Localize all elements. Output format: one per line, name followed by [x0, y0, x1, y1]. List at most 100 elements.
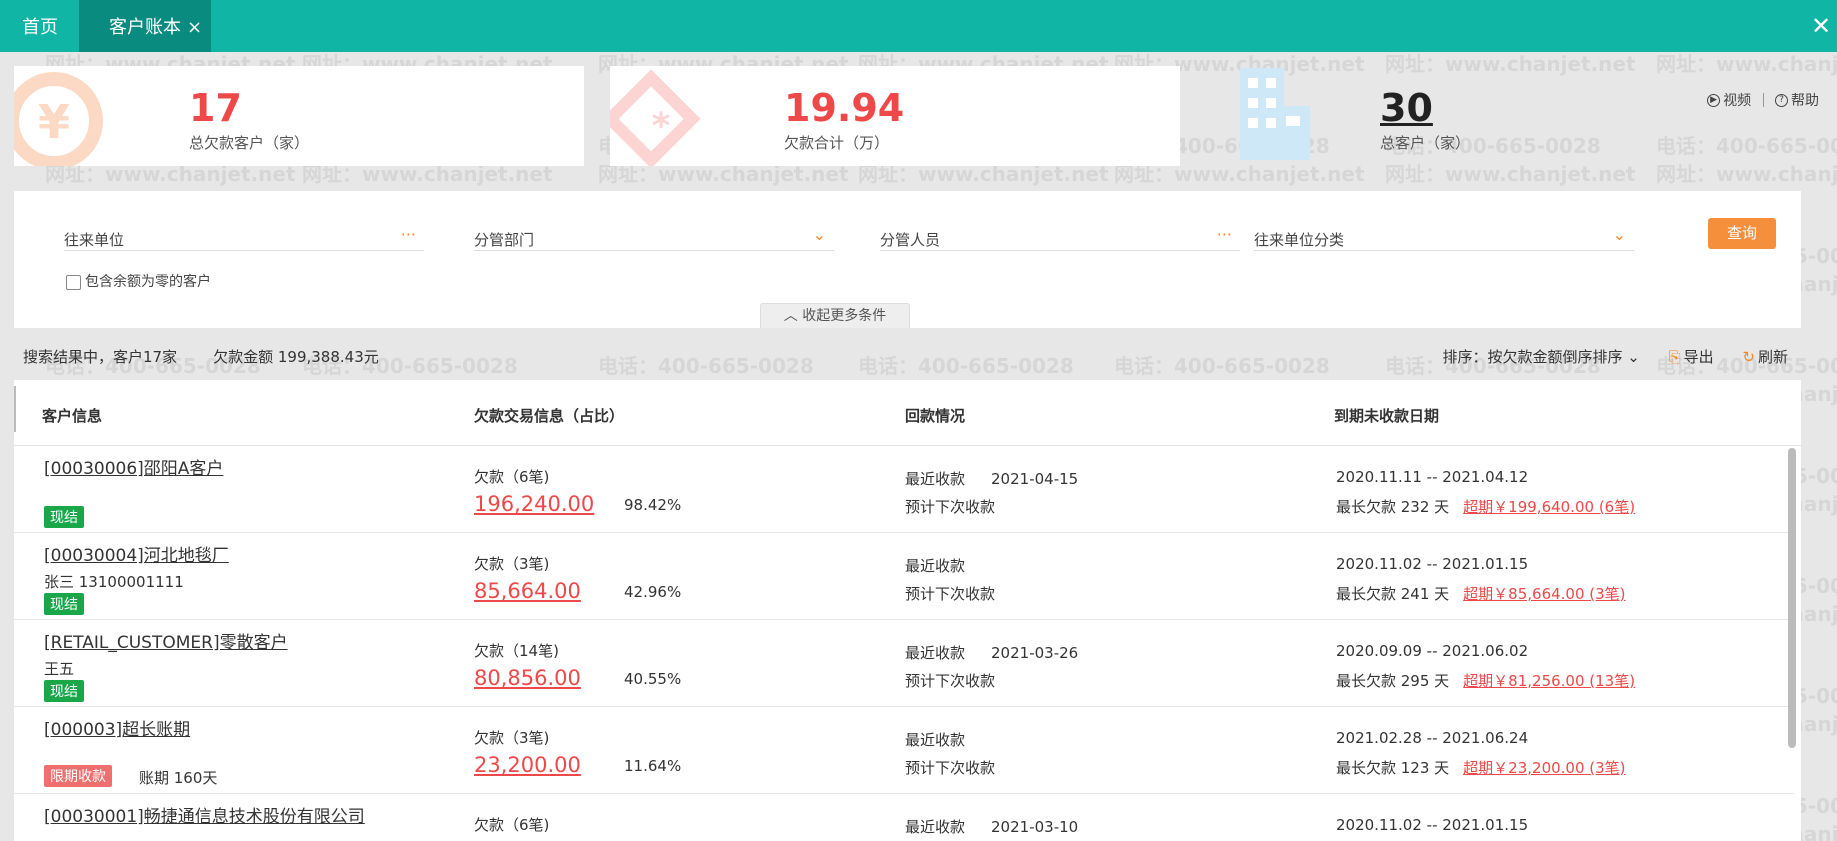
query-button[interactable]: 查询 — [1708, 218, 1776, 249]
sort-dropdown[interactable]: 排序：按欠款金额倒序排序 ⌄ — [1442, 348, 1639, 366]
partner-category-label: 往来单位分类 — [1254, 231, 1345, 249]
total-customers-value[interactable]: 30 — [1380, 86, 1433, 130]
due-range: 2020.11.11 -- 2021.04.12 — [1336, 468, 1529, 486]
svg-text:¥: ¥ — [38, 95, 70, 149]
results-actions: 排序：按欠款金额倒序排序 ⌄ ⎘ 导出 ↻ 刷新 — [1442, 346, 1788, 367]
total-customers-label: 总客户（家） — [1380, 134, 1471, 152]
settlement-badge: 限期收款 — [44, 765, 112, 787]
resize-handle[interactable] — [14, 386, 16, 432]
yen-coin-icon: ¥ — [14, 72, 103, 166]
debt-amount-link[interactable]: 23,200.00 — [474, 753, 581, 777]
longest-overdue-days: 最长欠款 295 天 — [1336, 672, 1450, 690]
chevron-down-icon[interactable]: ⌄ — [1613, 225, 1626, 244]
table-row: [000003]超长账期 限期收款 账期 160天 欠款（3笔) 23,200.00 11… — [14, 707, 1794, 794]
recent-collection-label: 最近收款 — [905, 731, 966, 749]
partner-field-label: 往来单位 — [64, 231, 125, 249]
settlement-badge: 现结 — [44, 593, 84, 615]
tag-icon: * — [610, 69, 701, 166]
customer-table: 客户信息 欠款交易信息（占比） 回款情况 到期未收款日期 [00030006]邵… — [14, 380, 1801, 841]
results-customers: 搜索结果中，客户17家 — [23, 348, 178, 366]
video-link[interactable]: ▶ 视频 — [1707, 92, 1751, 109]
customer-contact: 王五 — [44, 660, 75, 678]
refresh-icon: ↻ — [1742, 348, 1755, 366]
header-debt-info: 欠款交易信息（占比） — [474, 407, 625, 425]
tab-home[interactable]: 首页 — [22, 0, 58, 52]
debt-customers-label: 总欠款客户（家） — [189, 134, 310, 152]
refresh-button[interactable]: ↻ 刷新 — [1742, 348, 1788, 366]
customer-name-link[interactable]: [RETAIL_CUSTOMER]零散客户 — [44, 628, 288, 653]
collapse-label: 收起更多条件 — [802, 308, 887, 324]
overdue-amount-link[interactable]: 超期￥23,200.00 (3笔) — [1463, 759, 1625, 777]
table-row: [00030001]畅捷通信息技术股份有限公司欠款（6笔) 最近收款 2021-03… — [14, 794, 1794, 841]
dept-select[interactable]: 分管部门 ⌄ — [474, 221, 834, 251]
staff-field-label: 分管人员 — [880, 231, 941, 249]
customer-name-link[interactable]: [00030004]河北地毯厂 — [44, 541, 229, 566]
longest-overdue-days: 最长欠款 232 天 — [1336, 498, 1450, 516]
play-icon: ▶ — [1707, 93, 1721, 107]
debt-customers-value: 17 — [189, 86, 242, 130]
help-label: 帮助 — [1791, 93, 1819, 109]
next-collection-label: 预计下次收款 — [905, 759, 996, 777]
table-header: 客户信息 欠款交易信息（占比） 回款情况 到期未收款日期 — [14, 380, 1801, 446]
tab-close-icon[interactable]: × — [187, 17, 202, 38]
payment-term: 账期 160天 — [139, 769, 218, 787]
debt-percentage: 98.42% — [624, 496, 682, 514]
overdue-amount-link[interactable]: 超期￥85,664.00 (3笔) — [1463, 585, 1625, 603]
recent-collection-label: 最近收款 — [905, 644, 966, 662]
debt-amount-link[interactable]: 85,664.00 — [474, 579, 581, 603]
debt-total-value: 19.94 — [784, 86, 905, 130]
table-row: [00030004]河北地毯厂 张三 13100001111 现结 欠款（3笔) 85,… — [14, 533, 1794, 620]
export-button[interactable]: ⎘ 导出 — [1669, 348, 1714, 366]
include-zero-checkbox[interactable]: 包含余额为零的客户 — [66, 271, 211, 291]
recent-collection: 最近收款 — [905, 729, 991, 750]
recent-collection: 最近收款 2021-03-10 — [905, 816, 1078, 837]
recent-collection-date: 2021-03-26 — [991, 644, 1079, 662]
chevron-down-icon: ⌄ — [1622, 348, 1640, 366]
more-icon[interactable]: ··· — [401, 225, 416, 244]
export-icon: ⎘ — [1668, 348, 1681, 366]
recent-collection-date: 2021-04-15 — [991, 470, 1079, 488]
debt-total-label: 欠款合计（万） — [784, 134, 890, 152]
collapse-conditions-button[interactable]: ︿ 收起更多条件 — [760, 303, 910, 328]
window-close-icon[interactable]: ✕ — [1811, 12, 1837, 40]
summary-card-debt-customers: ¥ 17 总欠款客户（家） — [14, 66, 584, 166]
recent-collection-label: 最近收款 — [905, 557, 966, 575]
debt-count-label: 欠款（3笔) — [474, 555, 550, 573]
recent-collection-date: 2021-03-10 — [991, 818, 1079, 836]
table-row: [00030006]邵阳A客户 现结 欠款（6笔) 196,240.00 98.42% 最… — [14, 446, 1794, 533]
recent-collection-label: 最近收款 — [905, 470, 966, 488]
due-range: 2020.11.02 -- 2021.01.15 — [1336, 816, 1529, 834]
chevron-down-icon[interactable]: ⌄ — [813, 225, 826, 244]
checkbox-box[interactable] — [66, 274, 81, 290]
overdue-amount-link[interactable]: 超期￥81,256.00 (13笔) — [1463, 672, 1635, 690]
overdue-amount-link[interactable]: 超期￥199,640.00 (6笔) — [1463, 498, 1635, 516]
export-label: 导出 — [1683, 348, 1714, 366]
longest-overdue-days: 最长欠款 123 天 — [1336, 759, 1450, 777]
longest-overdue: 最长欠款 232 天超期￥199,640.00 (6笔) — [1336, 496, 1635, 517]
refresh-label: 刷新 — [1757, 348, 1788, 366]
summary-card-debt-total: * 19.94 欠款合计（万） — [610, 66, 1180, 166]
header-repayment: 回款情况 — [905, 407, 966, 425]
longest-overdue: 最长欠款 241 天超期￥85,664.00 (3笔) — [1336, 583, 1626, 604]
customer-name-link[interactable]: [00030001]畅捷通信息技术股份有限公司 — [44, 802, 365, 827]
staff-field[interactable]: 分管人员 ··· — [880, 221, 1240, 251]
debt-count-label: 欠款（6笔) — [474, 816, 550, 834]
debt-amount-link[interactable]: 80,856.00 — [474, 666, 581, 690]
tab-customer-ledger[interactable]: 客户账本 × — [79, 0, 211, 52]
results-bar: 搜索结果中，客户17家 欠款金额 199,388.43元 排序：按欠款金额倒序排序… — [0, 338, 1800, 372]
recent-collection: 最近收款 2021-03-26 — [905, 642, 1078, 663]
partner-field[interactable]: 往来单位 ··· — [64, 221, 424, 251]
customer-name-link[interactable]: [000003]超长账期 — [44, 715, 190, 740]
more-icon[interactable]: ··· — [1217, 225, 1232, 244]
settlement-badge: 现结 — [44, 680, 84, 702]
help-link[interactable]: ? 帮助 — [1775, 92, 1819, 109]
debt-count-label: 欠款（6笔) — [474, 468, 550, 486]
results-amount: 欠款金额 199,388.43元 — [213, 348, 379, 366]
scrollbar[interactable] — [1788, 448, 1796, 748]
partner-category-select[interactable]: 往来单位分类 ⌄ — [1254, 221, 1634, 251]
debt-amount-link[interactable]: 196,240.00 — [474, 492, 594, 516]
customer-name-link[interactable]: [00030006]邵阳A客户 — [44, 454, 223, 479]
due-range: 2021.02.28 -- 2021.06.24 — [1336, 729, 1529, 747]
debt-percentage: 42.96% — [624, 583, 682, 601]
sort-label: 排序：按欠款金额倒序排序 — [1442, 348, 1623, 366]
